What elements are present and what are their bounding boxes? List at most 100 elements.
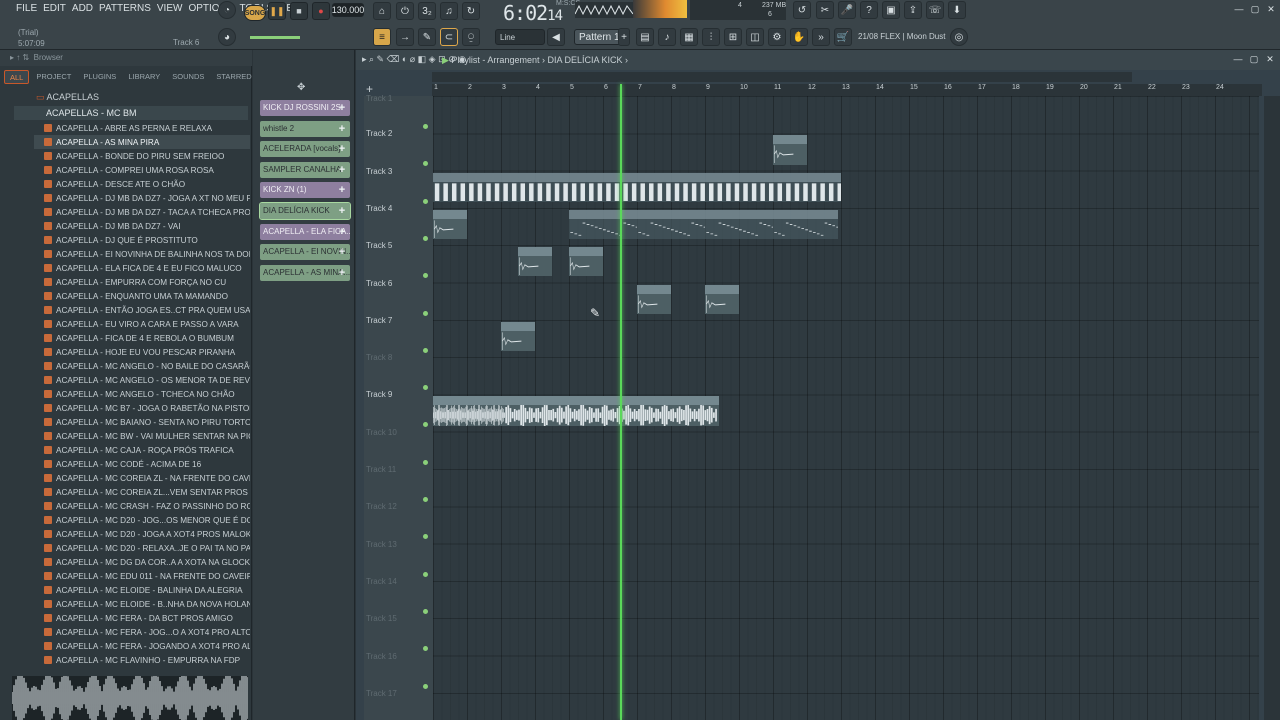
- track-mute-led[interactable]: [423, 310, 428, 316]
- pattern-clip[interactable]: Pattern 1: [773, 209, 838, 240]
- add-clip-icon[interactable]: +: [336, 163, 348, 177]
- folder-acapellas-mc-bm[interactable]: ACAPELLAS - MC BM: [14, 106, 248, 120]
- audio-clip[interactable]: SA..LHA: [501, 321, 535, 352]
- master-volume-slider[interactable]: [250, 36, 300, 39]
- file-item[interactable]: ACAPELLA - DJ MB DA DZ7 - VAI: [44, 219, 250, 233]
- song-mode-toggle[interactable]: SONG: [244, 5, 266, 21]
- file-item[interactable]: ACAPELLA - DJ MB DA DZ7 - TACA A TCHECA …: [44, 205, 250, 219]
- song-time-display[interactable]: 6:0214: [503, 1, 563, 25]
- browser-tab-plugins[interactable]: PLUGINS: [78, 70, 121, 84]
- track-name[interactable]: Track 16: [366, 652, 397, 661]
- arrow-icon[interactable]: →: [396, 28, 414, 46]
- playhead[interactable]: [620, 84, 622, 720]
- track-mute-led[interactable]: [423, 161, 428, 167]
- audio-clip[interactable]: ACAPELLA_INA PIRI: [504, 396, 719, 426]
- track-mute-led[interactable]: [423, 124, 428, 129]
- picker-item[interactable]: KICK DJ ROSSINI 2S +: [260, 100, 350, 116]
- file-item[interactable]: ACAPELLA - ENTÃO JOGA ES..CT PRA QUEM US…: [44, 303, 250, 317]
- file-item[interactable]: ACAPELLA - DJ QUE É PROSTITUTO: [44, 233, 250, 247]
- add-clip-icon[interactable]: +: [336, 101, 348, 115]
- file-item[interactable]: ACAPELLA - MC EDU 011 - NA FRENTE DO CAV…: [44, 569, 250, 583]
- settings-icon[interactable]: ◎: [950, 28, 968, 46]
- snap-select[interactable]: Line: [495, 29, 545, 45]
- menu-view[interactable]: VIEW: [157, 3, 183, 17]
- pattern-clip[interactable]: Pattern 1: [637, 209, 705, 240]
- tempo-tapper-icon[interactable]: ⚙: [768, 28, 786, 46]
- audio-clip[interactable]: whi..e 2: [569, 247, 603, 277]
- audio-clip[interactable]: whi..e 2: [773, 135, 807, 165]
- picker-item[interactable]: whistle 2 +: [260, 120, 350, 137]
- record-icon[interactable]: ●: [312, 2, 330, 20]
- pattern-clip[interactable]: Pattern 1: [705, 209, 773, 240]
- file-item[interactable]: ACAPELLA - MC ELOIDE - BALINHA DA ALEGRI…: [44, 583, 250, 597]
- chat-icon[interactable]: ☏: [926, 1, 944, 19]
- audio-clip[interactable]: whi..e 2: [705, 284, 739, 314]
- track-name[interactable]: Track 10: [366, 428, 397, 437]
- file-item[interactable]: ACAPELLA - MC CODÉ - ACIMA DE 16: [44, 457, 250, 471]
- picker-item[interactable]: ACAPELLA - AS MINA... +: [260, 264, 350, 281]
- track-name[interactable]: Track 14: [366, 577, 397, 586]
- magnet-icon[interactable]: ⊂: [440, 28, 458, 46]
- mixer-icon[interactable]: ⫶: [702, 28, 720, 46]
- file-item[interactable]: ACAPELLA - MC FLAVINHO - EMPURRA NA FDP: [44, 653, 250, 667]
- file-item[interactable]: ACAPELLA - MC FERA - JOGANDO A XOT4 PRO …: [44, 639, 250, 653]
- playlist-close-icon[interactable]: ✕: [1264, 54, 1276, 64]
- metronome-icon[interactable]: ⌂: [373, 2, 391, 20]
- picker-item[interactable]: ACAPELLA - ELA FICA... +: [260, 223, 350, 240]
- file-item[interactable]: ACAPELLA - MC BW - VAI MULHER SENTAR NA …: [44, 429, 250, 443]
- file-item[interactable]: ACAPELLA - MC CRASH - FAZ O PASSINHO DO …: [44, 499, 250, 513]
- track-name[interactable]: Track 3: [366, 167, 392, 176]
- track-name[interactable]: Track 17: [366, 689, 397, 698]
- file-item[interactable]: ACAPELLA - MC ANGELO - OS MENOR TA DE RE…: [44, 373, 250, 387]
- playlist-overview-bar[interactable]: [432, 72, 1132, 82]
- playlist-icon[interactable]: ▤: [636, 28, 654, 46]
- browser-tab-all[interactable]: ALL: [4, 70, 30, 84]
- add-clip-icon[interactable]: +: [336, 122, 348, 136]
- picker-item[interactable]: ACELERADA [vocals] +: [260, 141, 350, 158]
- countdown-icon[interactable]: 3₂: [418, 2, 436, 20]
- audio-clip[interactable]: ACAPELLA_INA PIRI: [433, 396, 505, 426]
- download-icon[interactable]: ⬇: [948, 1, 966, 19]
- menu-add[interactable]: ADD: [72, 3, 93, 17]
- pattern-clip[interactable]: [433, 172, 841, 202]
- pattern-song-toggle-icon[interactable]: ≡: [373, 28, 391, 46]
- track-mute-led[interactable]: [423, 422, 428, 428]
- master-volume-knob[interactable]: ◔: [218, 1, 236, 19]
- playlist-minimize-icon[interactable]: —: [1232, 54, 1244, 64]
- file-item[interactable]: ACAPELLA - EI NOVINHA DE BALINHA NOS TA …: [44, 247, 250, 261]
- add-clip-icon[interactable]: +: [336, 245, 348, 259]
- track-mute-led[interactable]: [423, 608, 428, 614]
- vertical-scrollbar[interactable]: [1264, 96, 1280, 720]
- add-pattern-icon[interactable]: +: [618, 28, 630, 46]
- file-item[interactable]: ACAPELLA - DESCE ATE O CHÃO: [44, 177, 250, 191]
- timeline-ruler[interactable]: 1 2 3 4 5 6 7 8 9 10 11 12 13 14 15 16 17 18 19 20 21 22 23 24: [432, 84, 1262, 96]
- track-mute-led[interactable]: [423, 459, 428, 465]
- track-mute-led[interactable]: [423, 497, 428, 502]
- track-mute-led[interactable]: [423, 198, 428, 204]
- file-item[interactable]: ACAPELLA - MC ANGELO - TCHECA NO CHÃO: [44, 387, 250, 401]
- news-ticker[interactable]: 21/08 FLEX | Moon Dust: [858, 32, 945, 41]
- browser-tab-sounds[interactable]: SOUNDS: [167, 70, 209, 84]
- save-icon[interactable]: ▣: [882, 1, 900, 19]
- file-item[interactable]: ACAPELLA - MC CAJA - ROÇA PRÓS TRAFICA: [44, 443, 250, 457]
- file-item[interactable]: ACAPELLA - ABRE AS PERNA E RELAXA: [44, 121, 250, 135]
- touch-controller-icon[interactable]: ✋: [790, 28, 808, 46]
- picker-item[interactable]: KICK ZN (1) +: [260, 182, 350, 199]
- cart-icon[interactable]: 🛒: [834, 28, 852, 46]
- piano-roll-icon[interactable]: ♪: [658, 28, 676, 46]
- picker-item[interactable]: DIA DELÍCIA KICK +: [259, 202, 351, 220]
- prev-pattern-icon[interactable]: ◀: [547, 28, 565, 46]
- file-item[interactable]: ACAPELLA - MC COREIA ZL - NA FRENTE DO C…: [44, 471, 250, 485]
- track-name[interactable]: Track 15: [366, 614, 397, 623]
- maximize-icon[interactable]: ▢: [1249, 4, 1261, 14]
- browser-tab-starred[interactable]: STARRED: [211, 70, 256, 84]
- file-item[interactable]: ACAPELLA - MC D20 - JOGA A XOT4 PROS MAL…: [44, 527, 250, 541]
- picker-move-icon[interactable]: ✥: [297, 82, 305, 93]
- help-icon[interactable]: ?: [860, 1, 878, 19]
- track-name[interactable]: Track 11: [366, 465, 396, 474]
- track-name[interactable]: Track 6: [366, 279, 392, 288]
- file-item[interactable]: ACAPELLA - ELA FICA DE 4 E EU FICO MALUC…: [44, 261, 250, 275]
- stop-icon[interactable]: ■: [290, 2, 308, 20]
- picker-item[interactable]: SAMPLER CANALHA +: [260, 161, 350, 178]
- file-item[interactable]: ACAPELLA - MC B7 - JOGA O RABETÃO NA PIS…: [44, 401, 250, 415]
